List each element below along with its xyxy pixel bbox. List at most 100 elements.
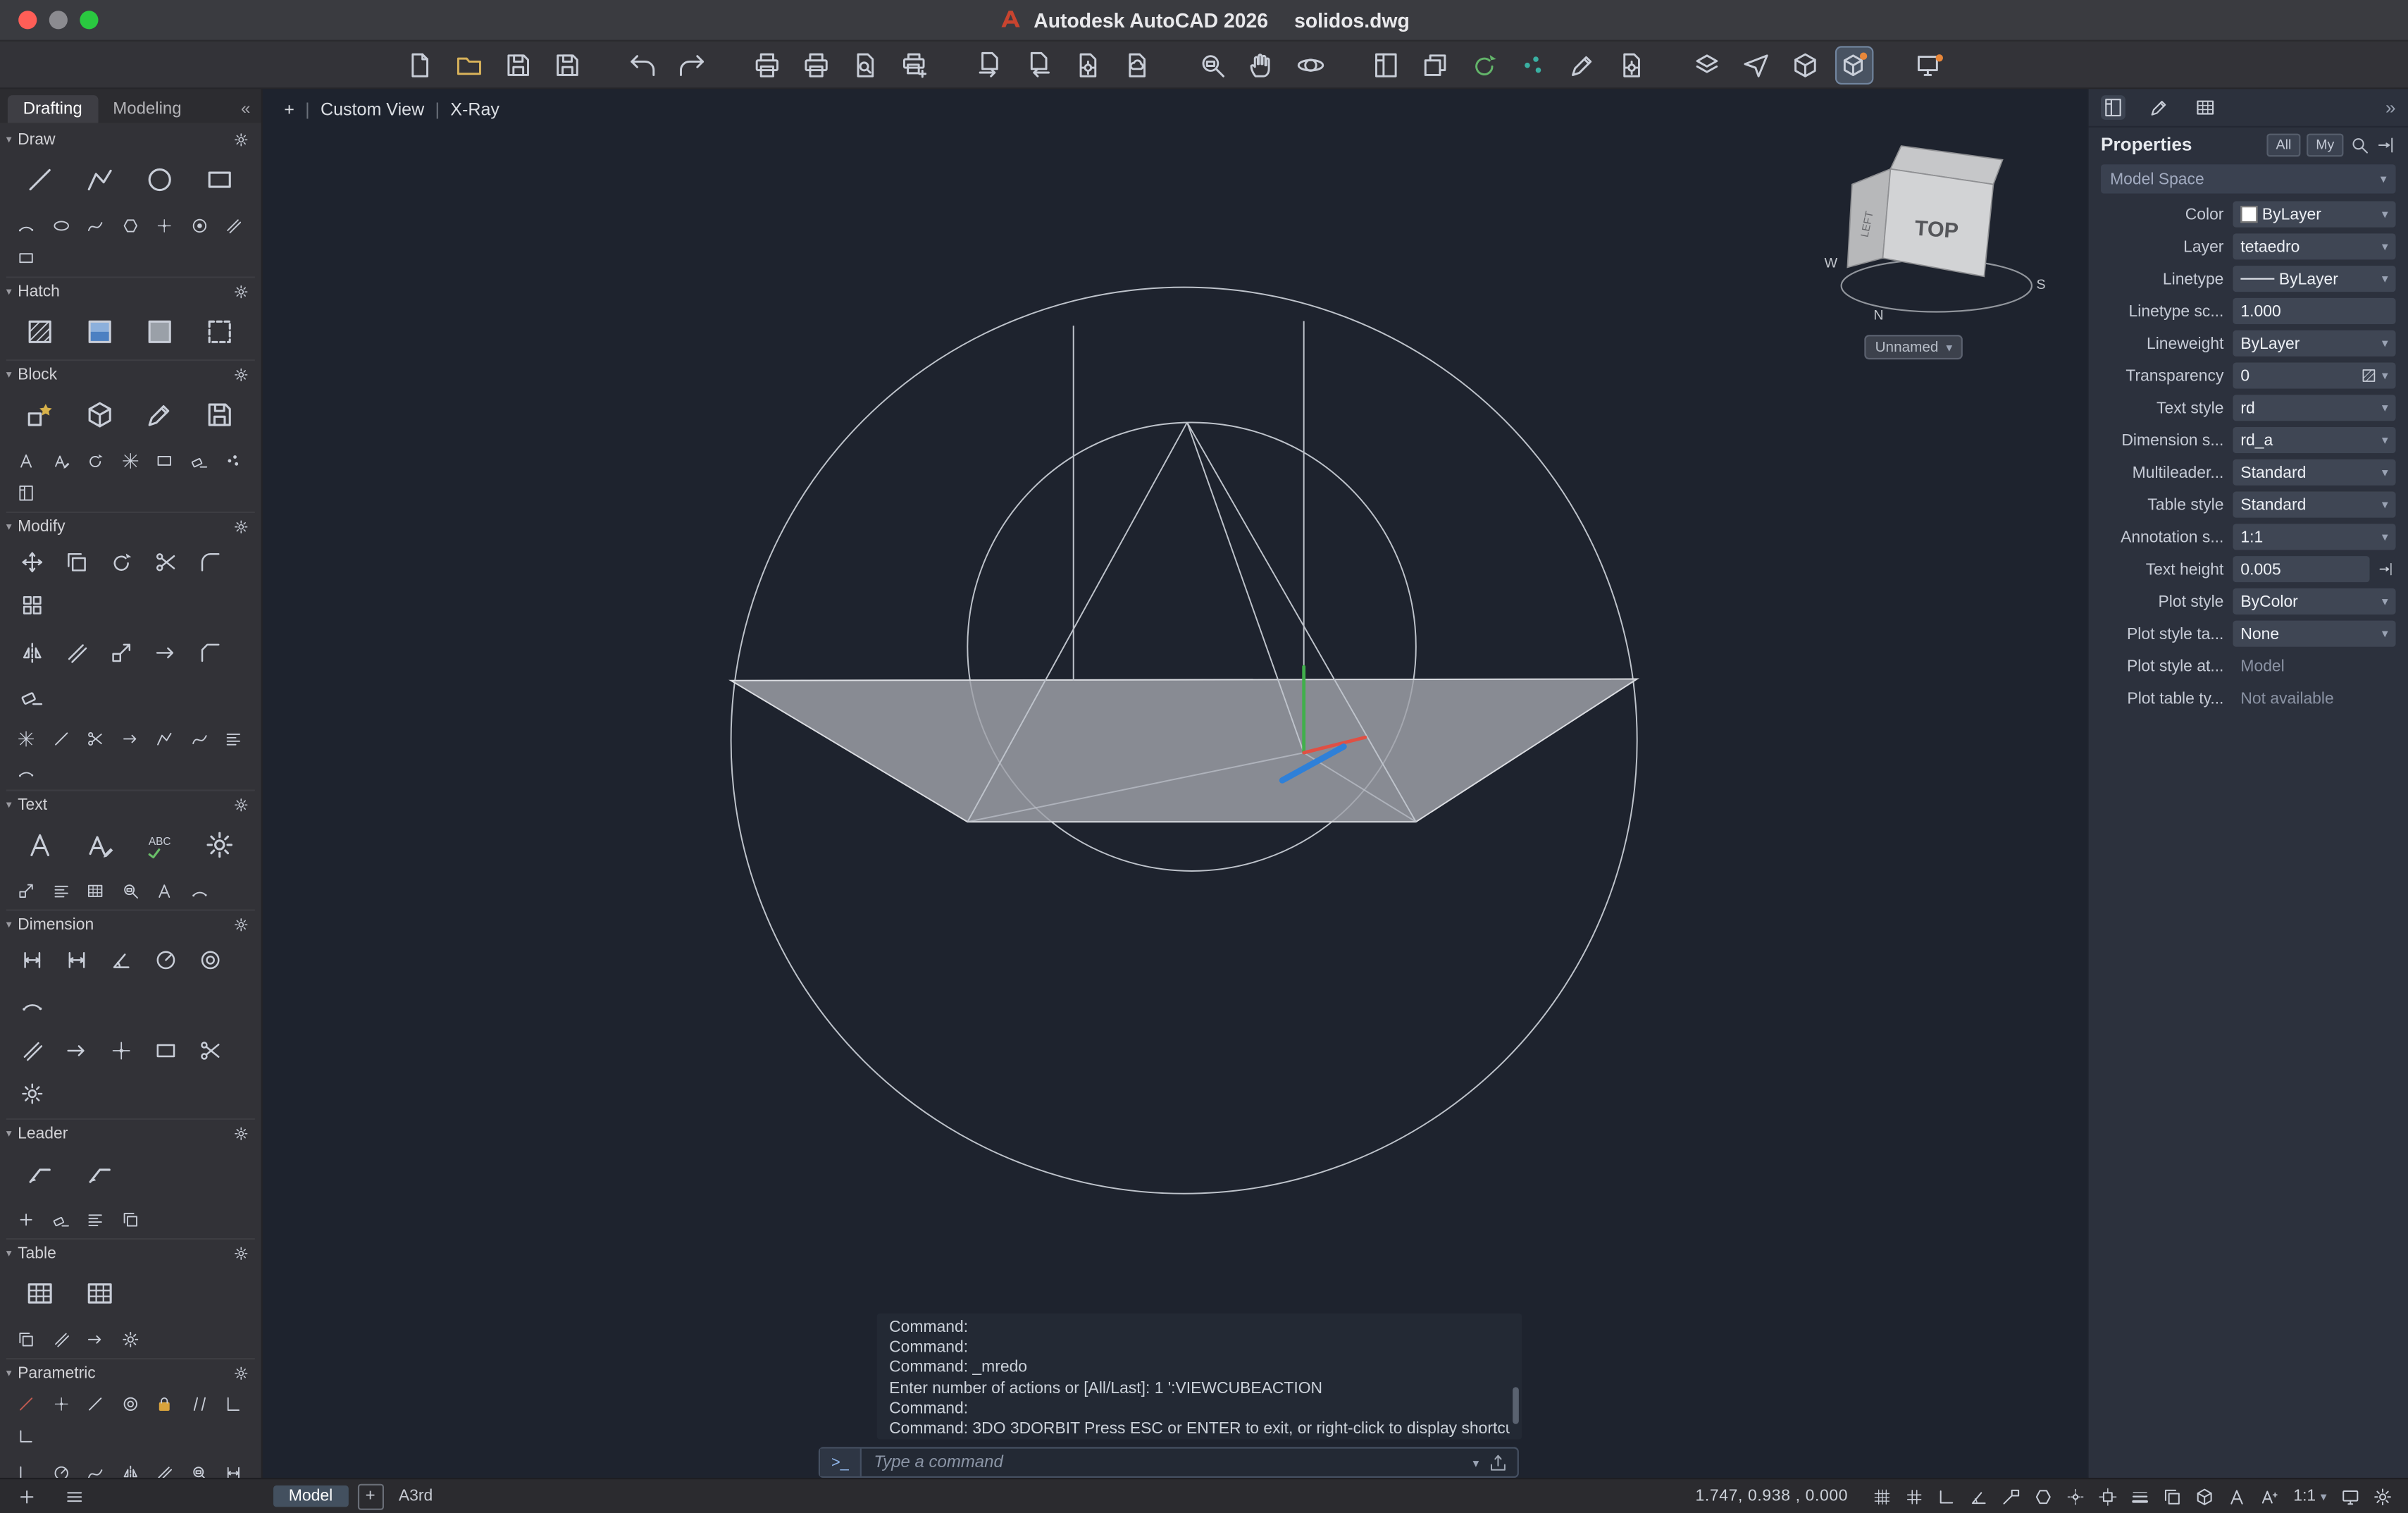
share-drawing-button[interactable] (1739, 47, 1774, 82)
prop-value-field[interactable]: Standard▾ (2233, 459, 2396, 486)
equal-button[interactable] (147, 1456, 182, 1478)
modify-settings-button[interactable] (230, 515, 252, 537)
pick-object-icon[interactable] (2376, 135, 2395, 154)
text-style-button[interactable] (189, 819, 249, 870)
viewcube[interactable]: TOP LEFT W N S (1806, 104, 2068, 335)
trim-button[interactable] (143, 541, 187, 583)
collect-leaders-button[interactable] (113, 1203, 147, 1235)
sync-attributes-button[interactable] (78, 444, 113, 476)
hatch-settings-button[interactable] (230, 280, 252, 302)
gradient-button[interactable] (69, 306, 129, 357)
tab-drafting[interactable]: Drafting (8, 95, 98, 123)
solid-fill-button[interactable] (129, 306, 189, 357)
create-block-button[interactable] (69, 389, 129, 440)
align-button[interactable] (216, 722, 251, 755)
pan-button[interactable] (1244, 47, 1279, 82)
section-header-dimension[interactable]: ▾Dimension (6, 909, 255, 937)
edit-polyline-button[interactable] (147, 722, 182, 755)
rectangle-button[interactable] (189, 154, 249, 204)
page-setup-button[interactable] (1070, 47, 1105, 82)
insert-field-button[interactable] (78, 874, 113, 906)
command-placeholder[interactable]: Type a command (862, 1453, 1473, 1471)
smooth-button[interactable] (78, 1456, 113, 1478)
prop-value-field[interactable]: 1.000 (2233, 298, 2396, 324)
tool-palette-tab-button[interactable] (2147, 95, 2171, 120)
close-button[interactable] (18, 11, 37, 29)
find-replace-button[interactable] (113, 874, 147, 906)
manage-blocks-button[interactable] (9, 476, 44, 509)
import-button[interactable] (972, 47, 1007, 82)
prop-value-field[interactable]: 1:1▾ (2233, 524, 2396, 550)
offset-button[interactable] (54, 631, 98, 674)
command-history[interactable]: Command:Command:Command: _mredoEnter num… (877, 1314, 1522, 1440)
undo-button[interactable] (625, 47, 660, 82)
render-button[interactable] (1787, 47, 1823, 82)
batch-plot-button[interactable] (897, 47, 932, 82)
donut-button[interactable] (182, 209, 216, 241)
tangent-button[interactable] (44, 1456, 78, 1478)
move-button[interactable] (9, 541, 54, 583)
prop-value-field[interactable]: ByLayer▾ (2233, 202, 2396, 228)
count-button[interactable] (216, 444, 251, 476)
prop-value-field[interactable]: 0.005 (2233, 556, 2370, 582)
write-block-button[interactable] (189, 389, 249, 440)
add-leader-button[interactable] (9, 1203, 44, 1235)
panel-more-icon[interactable]: » (2385, 97, 2396, 118)
visual-styles-button[interactable] (1837, 47, 1872, 82)
selection-cycling-button[interactable] (2160, 1483, 2186, 1509)
ellipse-button[interactable] (44, 209, 78, 241)
polar-tracking-button[interactable] (1966, 1483, 1992, 1509)
compass-south-label[interactable]: S (2036, 277, 2045, 292)
edit-table-button[interactable] (69, 1267, 129, 1318)
prop-value-field[interactable]: Standard▾ (2233, 492, 2396, 518)
edit-text-button[interactable] (69, 819, 129, 870)
prop-value-field[interactable]: ByColor▾ (2233, 588, 2396, 615)
tolerance-button[interactable] (143, 1029, 187, 1072)
symmetric-button[interactable] (113, 1456, 147, 1478)
polygon-button[interactable] (113, 209, 147, 241)
layer-properties-button[interactable] (1689, 47, 1725, 82)
minimize-button[interactable] (49, 11, 68, 29)
command-customize-icon[interactable] (1488, 1452, 1508, 1472)
diameter-dimension-button[interactable] (187, 939, 232, 982)
check-spelling-button[interactable]: ABC (129, 819, 189, 870)
ortho-mode-button[interactable] (1934, 1483, 1960, 1509)
action-recorder-button[interactable] (1614, 47, 1649, 82)
object-snap-tracking-button[interactable] (2063, 1483, 2089, 1509)
data-link-button[interactable] (44, 1323, 78, 1355)
center-mark-button[interactable] (99, 1029, 143, 1072)
object-snap-button[interactable] (2095, 1483, 2121, 1509)
block-settings-button[interactable] (230, 364, 252, 385)
show-constraints-button[interactable] (182, 1456, 216, 1478)
plot-button[interactable] (750, 47, 785, 82)
dimension-break-button[interactable] (187, 1029, 232, 1072)
viewport-visual-style-button[interactable]: X-Ray (450, 101, 499, 120)
isometric-drafting-button[interactable] (2031, 1483, 2057, 1509)
filter-all-button[interactable]: All (2266, 133, 2300, 156)
palette-menu-icon[interactable] (63, 1485, 86, 1508)
zoom-window-button[interactable] (1195, 47, 1230, 82)
tab-model[interactable]: Model (273, 1486, 348, 1507)
add-palette-button[interactable] (15, 1485, 39, 1508)
command-prompt-icon[interactable]: >_ (820, 1449, 862, 1476)
remove-leader-button[interactable] (44, 1203, 78, 1235)
circle-button[interactable] (129, 154, 189, 204)
section-header-parametric[interactable]: ▾Parametric (6, 1358, 255, 1385)
model-space-canvas[interactable]: + | Custom View | X-Ray TOP LEFT W N S U… (263, 89, 2087, 1478)
lineweight-display-button[interactable] (2128, 1483, 2154, 1509)
prop-value-field[interactable]: 0▾ (2233, 362, 2396, 388)
chamfer-button[interactable] (187, 631, 232, 674)
export-table-button[interactable] (78, 1323, 113, 1355)
edit-spline-button[interactable] (182, 722, 216, 755)
annotation-visibility-button[interactable] (2224, 1483, 2250, 1509)
properties-palette-tab-button[interactable] (2101, 95, 2125, 120)
convert-case-button[interactable] (147, 874, 182, 906)
dimension-style-button[interactable] (9, 1073, 54, 1116)
section-header-draw[interactable]: ▾Draw (6, 126, 255, 152)
multileader-button[interactable] (9, 1147, 69, 1198)
explode-object-button[interactable] (9, 722, 44, 755)
geographic-location-button[interactable] (1516, 47, 1551, 82)
justify-text-button[interactable] (44, 874, 78, 906)
parametric-settings-button[interactable] (230, 1361, 252, 1383)
pick-text-height-button[interactable] (2374, 558, 2396, 580)
